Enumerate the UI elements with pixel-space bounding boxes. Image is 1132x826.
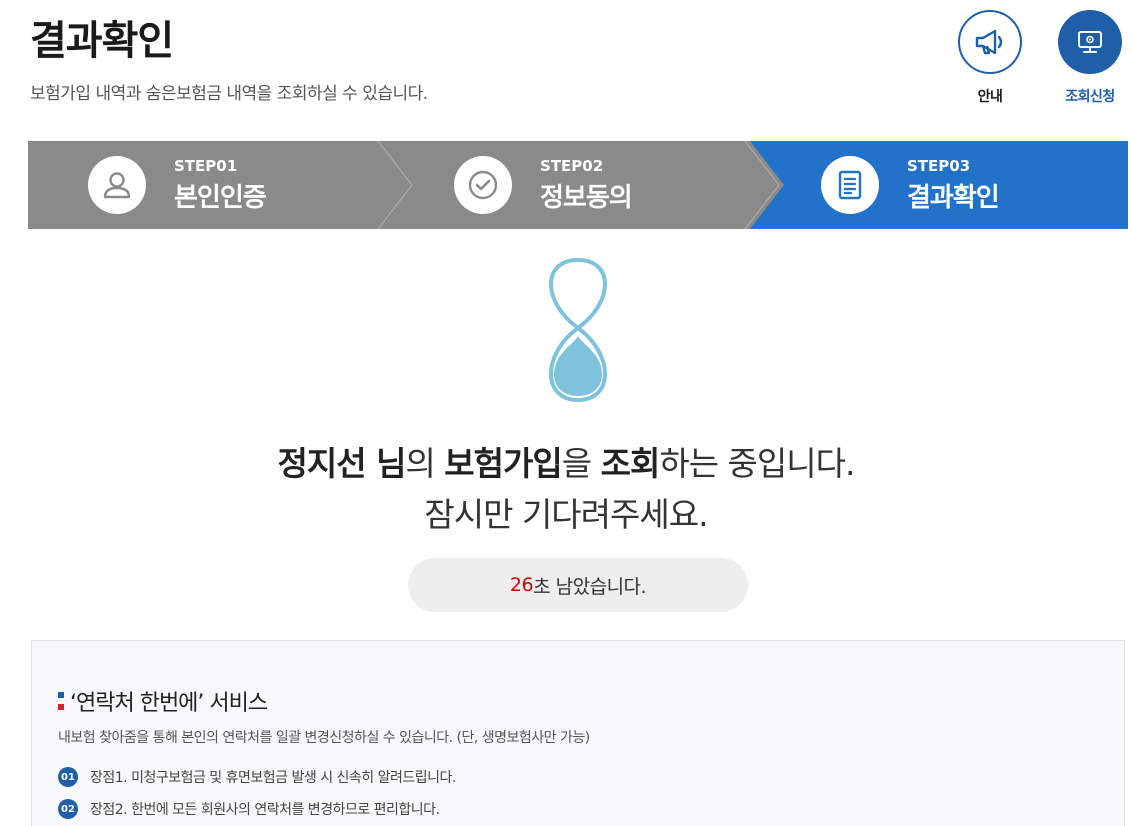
- step1-name: 본인인증: [174, 182, 267, 213]
- countdown-timer: 26 초 남았습니다.: [408, 558, 748, 612]
- step3-name: 결과확인: [907, 182, 1000, 213]
- monitor-icon: [1078, 31, 1102, 53]
- step3-number: STEP03: [907, 156, 971, 175]
- guide-icon-circle[interactable]: [958, 10, 1022, 74]
- step1-icon-circle: [88, 156, 146, 214]
- step-result-confirm: STEP03 결과확인: [821, 141, 1000, 229]
- query-action: 조회: [600, 444, 661, 483]
- step2-name: 정보동의: [540, 182, 633, 213]
- person-icon: [103, 172, 131, 199]
- item-number-badge: 02: [58, 799, 78, 819]
- user-name: 정지선 님: [277, 444, 407, 483]
- step2-number: STEP02: [540, 156, 604, 175]
- guide-label: 안내: [977, 89, 1003, 105]
- page-description: 보험가입 내역과 숨은보험금 내역을 조회하실 수 있습니다.: [30, 84, 428, 104]
- request-icon-circle[interactable]: [1058, 10, 1122, 74]
- megaphone-icon: [975, 29, 1003, 55]
- check-circle-icon: [468, 170, 498, 200]
- service-title: ‘연락처 한번에’ 서비스: [58, 685, 268, 717]
- request-label: 조회신청: [1065, 89, 1115, 105]
- step-progress-bar: STEP01 본인인증 STEP02 정보동의 STEP03 결과확인: [28, 141, 1128, 229]
- timer-suffix: 초 남았습니다.: [533, 575, 647, 598]
- document-icon: [838, 170, 862, 200]
- wait-message: 잠시만 기다려주세요.: [424, 495, 708, 534]
- timer-seconds: 26: [509, 574, 534, 596]
- request-button[interactable]: 조회신청: [1057, 10, 1123, 106]
- flag-icon: [58, 692, 64, 710]
- status-message: 정지선 님의 보험가입을 조회하는 중입니다.: [277, 444, 856, 483]
- guide-button[interactable]: 안내: [957, 10, 1023, 106]
- step1-number: STEP01: [174, 156, 238, 175]
- query-target: 보험가입: [444, 444, 562, 483]
- item-number-badge: 01: [58, 767, 78, 787]
- hourglass-loading-icon: [549, 257, 607, 403]
- list-item: 02 장점2. 한번에 모든 회원사의 연락처를 변경하므로 편리합니다.: [58, 799, 440, 819]
- list-item: 01 장점1. 미청구보험금 및 휴면보험금 발생 시 신속히 알려드립니다.: [58, 767, 456, 787]
- service-description: 내보험 찾아줌을 통해 본인의 연락처를 일괄 변경신청하실 수 있습니다. (…: [58, 730, 590, 746]
- step2-icon-circle: [454, 156, 512, 214]
- step-identity-verification: STEP01 본인인증: [88, 141, 267, 229]
- step-information-consent: STEP02 정보동의: [454, 141, 633, 229]
- step3-icon-circle: [821, 156, 879, 214]
- page-title: 결과확인: [30, 18, 174, 64]
- contact-service-box: ‘연락처 한번에’ 서비스 내보험 찾아줌을 통해 본인의 연락처를 일괄 변경…: [31, 640, 1125, 826]
